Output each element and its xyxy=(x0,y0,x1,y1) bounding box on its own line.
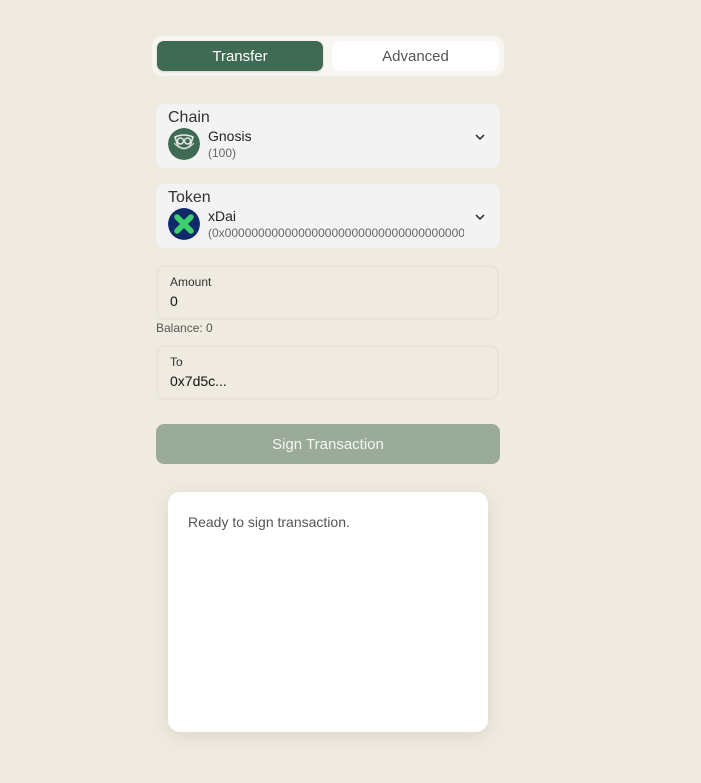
gnosis-owl-icon xyxy=(168,128,200,160)
status-panel: Ready to sign transaction. xyxy=(168,492,488,732)
token-address: (0x0000000000000000000000000000000000000… xyxy=(208,226,464,240)
token-label: Token xyxy=(168,189,211,206)
chain-label: Chain xyxy=(168,109,210,126)
tab-transfer[interactable]: Transfer xyxy=(157,41,323,71)
balance-text: Balance: 0 xyxy=(156,321,213,335)
tab-advanced[interactable]: Advanced xyxy=(332,41,499,71)
chevron-down-icon xyxy=(474,130,486,142)
status-message: Ready to sign transaction. xyxy=(188,514,350,530)
chain-name: Gnosis xyxy=(208,128,252,144)
amount-label: Amount xyxy=(170,275,212,289)
chain-id: (100) xyxy=(208,146,237,160)
to-field: To xyxy=(156,345,499,400)
sign-transaction-button[interactable]: Sign Transaction xyxy=(156,424,500,464)
to-label: To xyxy=(170,355,183,369)
chain-selector[interactable]: Chain Gnosis (100) xyxy=(156,104,500,168)
tab-bar: Transfer Advanced xyxy=(152,36,504,76)
token-selector[interactable]: Token xDai (0x00000000000000000000000000… xyxy=(156,184,500,248)
amount-input[interactable] xyxy=(170,293,480,309)
chevron-down-icon xyxy=(474,210,486,222)
xdai-logo-icon xyxy=(168,208,200,240)
token-name: xDai xyxy=(208,208,237,224)
to-address-input[interactable] xyxy=(170,373,480,389)
amount-field: Amount xyxy=(156,265,499,320)
